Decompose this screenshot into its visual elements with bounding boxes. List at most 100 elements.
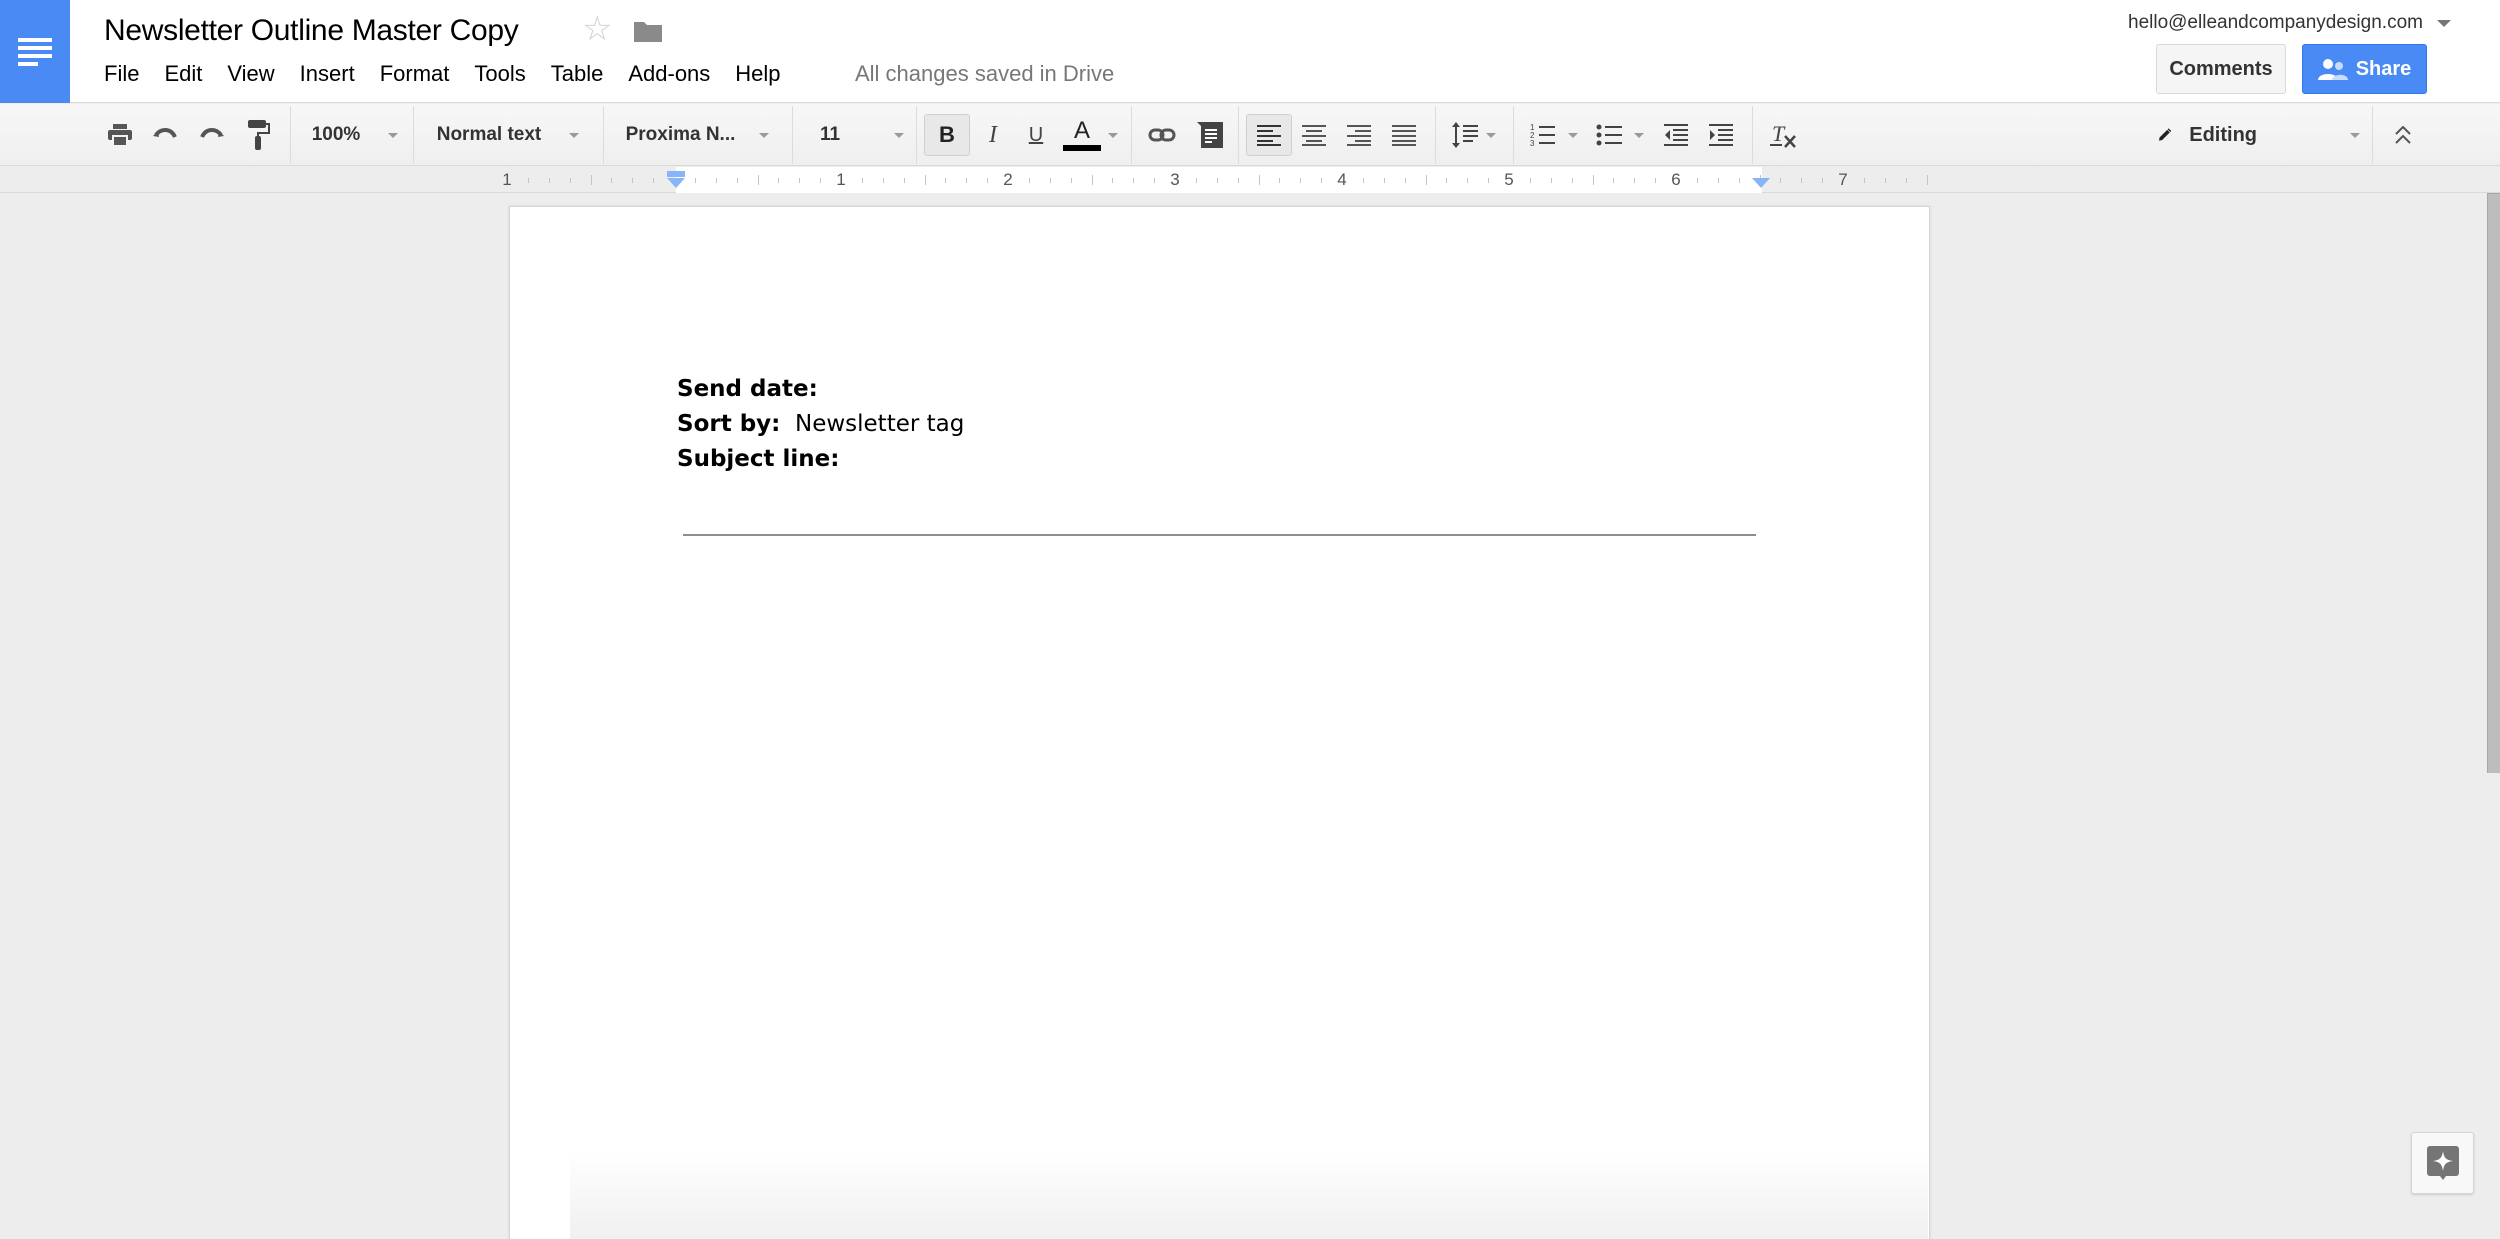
- menu-format[interactable]: Format: [380, 61, 450, 87]
- align-left-button[interactable]: [1246, 104, 1292, 166]
- document-page[interactable]: [509, 206, 1930, 1239]
- ruler-tick: [1467, 177, 1468, 183]
- field-label: Send date:: [677, 376, 818, 402]
- line-spacing-icon: [1452, 122, 1478, 148]
- ruler-tick: [549, 177, 550, 183]
- ruler[interactable]: 1 1 2 3 4 5 6 7: [0, 167, 2500, 193]
- star-icon[interactable]: ☆: [582, 12, 612, 46]
- document-body[interactable]: Send date: Sort by: Newsletter tag Subje…: [677, 372, 964, 477]
- menu-edit[interactable]: Edit: [164, 61, 202, 87]
- docs-home-logo[interactable]: [0, 0, 70, 103]
- ruler-tick: [1739, 177, 1740, 183]
- account-dropdown-icon[interactable]: [2437, 20, 2451, 27]
- align-left-icon: [1257, 125, 1281, 146]
- align-justify-icon: [1392, 125, 1416, 146]
- save-status[interactable]: All changes saved in Drive: [855, 61, 1114, 87]
- ruler-tick: [966, 177, 967, 183]
- align-justify-button[interactable]: [1386, 104, 1422, 166]
- right-indent-marker[interactable]: [1752, 178, 1770, 188]
- horizontal-rule: [683, 534, 1756, 536]
- menu-file[interactable]: File: [104, 61, 139, 87]
- field-label: Subject line:: [677, 446, 840, 472]
- field-label: Sort by:: [677, 411, 781, 437]
- zoom-select[interactable]: 100%: [300, 104, 410, 166]
- toolbar-separator: [1752, 106, 1753, 164]
- insert-comment-button[interactable]: [1193, 104, 1227, 166]
- explore-button[interactable]: [2411, 1132, 2474, 1194]
- font-size-value: 11: [820, 124, 841, 145]
- menu-add-ons[interactable]: Add-ons: [628, 61, 710, 87]
- ruler-tick: [1426, 175, 1427, 185]
- bold-button[interactable]: B: [924, 104, 970, 166]
- bulleted-list-button[interactable]: [1590, 104, 1650, 166]
- ruler-tick: [1238, 177, 1239, 183]
- align-right-icon: [1347, 125, 1371, 146]
- menu-insert[interactable]: Insert: [300, 61, 355, 87]
- dropdown-arrow-icon: [1486, 132, 1496, 138]
- undo-button[interactable]: [150, 104, 180, 166]
- ruler-tick: [1530, 177, 1531, 183]
- ruler-tick: [1217, 177, 1218, 183]
- doc-line-send-date: Send date:: [677, 372, 964, 407]
- toolbar-separator: [1513, 106, 1514, 164]
- people-icon: [2317, 59, 2348, 80]
- menu-help[interactable]: Help: [735, 61, 780, 87]
- ruler-tick: [1718, 177, 1719, 183]
- ruler-tick: [904, 177, 905, 183]
- font-size-select[interactable]: 11: [793, 104, 915, 166]
- print-button[interactable]: [105, 104, 135, 166]
- text-color-dropdown[interactable]: [1106, 104, 1120, 166]
- paint-format-button[interactable]: [243, 104, 273, 166]
- italic-button[interactable]: I: [975, 104, 1011, 166]
- ruler-tick: [778, 177, 779, 183]
- align-center-button[interactable]: [1296, 104, 1332, 166]
- clear-formatting-button[interactable]: T: [1764, 104, 1804, 166]
- editing-mode-select[interactable]: Editing: [2150, 104, 2360, 166]
- align-right-button[interactable]: [1341, 104, 1377, 166]
- account-email[interactable]: hello@elleandcompanydesign.com: [2128, 12, 2423, 34]
- insert-link-button[interactable]: [1145, 104, 1179, 166]
- ruler-tick: [1384, 177, 1385, 183]
- toolbar-separator: [916, 106, 917, 164]
- decrease-indent-icon: [1664, 124, 1688, 146]
- menu-table[interactable]: Table: [551, 61, 604, 87]
- underline-icon: U: [1028, 123, 1044, 146]
- ruler-label: 1: [836, 170, 846, 189]
- zoom-value: 100%: [311, 124, 361, 145]
- ruler-tick: [1112, 177, 1113, 183]
- paragraph-style-select[interactable]: Normal text: [414, 104, 602, 166]
- share-button[interactable]: Share: [2302, 44, 2427, 94]
- ruler-tick: [1259, 175, 1260, 185]
- ruler-tick: [1906, 177, 1907, 183]
- numbered-list-button[interactable]: 123: [1524, 104, 1584, 166]
- doc-line-sort-by: Sort by: Newsletter tag: [677, 407, 964, 442]
- font-family-select[interactable]: Proxima N...: [604, 104, 791, 166]
- menu-tools[interactable]: Tools: [474, 61, 525, 87]
- ruler-tick: [1154, 177, 1155, 183]
- document-title[interactable]: Newsletter Outline Master Copy: [104, 14, 519, 48]
- first-line-indent-marker[interactable]: [667, 171, 685, 177]
- underline-button[interactable]: U: [1018, 104, 1054, 166]
- folder-icon[interactable]: [634, 20, 662, 42]
- line-spacing-button[interactable]: [1446, 104, 1502, 166]
- vertical-scrollbar-thumb[interactable]: [2487, 193, 2500, 773]
- left-indent-marker[interactable]: [667, 178, 685, 188]
- collapse-menus-button[interactable]: [2385, 104, 2421, 166]
- text-color-button[interactable]: A: [1060, 104, 1104, 166]
- increase-indent-button[interactable]: [1703, 104, 1739, 166]
- docs-logo-icon: [18, 34, 52, 70]
- ruler-tick: [1279, 177, 1280, 183]
- ruler-tick: [611, 177, 612, 183]
- redo-button[interactable]: [197, 104, 227, 166]
- menu-view[interactable]: View: [227, 61, 274, 87]
- comments-button[interactable]: Comments: [2156, 44, 2286, 94]
- undo-icon: [153, 128, 177, 138]
- pencil-icon: [2159, 128, 2172, 141]
- decrease-indent-button[interactable]: [1658, 104, 1694, 166]
- align-center-icon: [1302, 125, 1326, 146]
- ruler-tick: [1050, 177, 1051, 183]
- text-color-swatch: [1063, 145, 1101, 151]
- ruler-tick: [945, 177, 946, 183]
- dropdown-arrow-icon: [1634, 132, 1644, 138]
- ruler-tick: [758, 175, 759, 185]
